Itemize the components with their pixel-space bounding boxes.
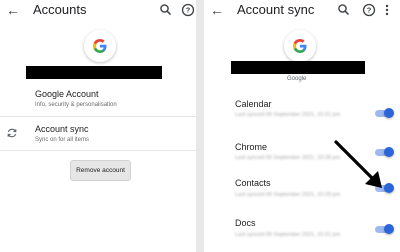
help-icon[interactable]: ?: [180, 2, 196, 18]
sync-icon: [6, 126, 18, 138]
account-sync-title: Account sync: [35, 124, 89, 134]
back-arrow-icon[interactable]: ←: [210, 2, 224, 18]
google-logo-icon: [84, 30, 116, 62]
redacted-account-email: [231, 61, 365, 74]
sync-item-title: Docs: [235, 218, 256, 228]
back-arrow-icon[interactable]: ←: [6, 2, 20, 18]
accounts-screen: ← Accounts ? Google Account Info, securi…: [0, 0, 196, 252]
sync-item-title: Contacts: [235, 178, 271, 188]
sync-item-detail: Last synced 09 September 2021, 10:31 pm: [235, 232, 341, 238]
help-icon[interactable]: ?: [361, 2, 377, 18]
search-icon[interactable]: [158, 2, 174, 18]
account-sync-screen: ← Account sync ? Google Calendar Last sy…: [204, 0, 400, 252]
redacted-account-email: [26, 66, 162, 79]
page-title: Accounts: [33, 2, 87, 17]
remove-account-button[interactable]: Remove account: [70, 160, 131, 181]
sync-item-title: Chrome: [235, 142, 268, 152]
calendar-sync-toggle[interactable]: [375, 108, 394, 118]
account-type-label: Google: [287, 76, 307, 82]
app-bar: ← Accounts ?: [0, 0, 196, 22]
toggle-thumb: [384, 108, 394, 118]
divider: [0, 116, 196, 117]
sync-item-detail: Last synced 09 September 2021, 10:28 pm: [235, 155, 341, 161]
search-icon[interactable]: [336, 2, 352, 18]
google-account-subtitle: Info, security & personalisation: [35, 102, 117, 108]
sync-item-detail: Last synced 09 September 2021, 10:29 pm: [235, 192, 341, 198]
annotation-arrow-icon: [334, 140, 382, 188]
more-options-icon[interactable]: [382, 2, 392, 18]
screen-divider: [196, 0, 204, 252]
google-account-title: Google Account: [35, 89, 99, 99]
app-bar: ← Account sync ?: [204, 0, 400, 22]
page-title: Account sync: [237, 2, 315, 17]
sync-item-detail: Last synced 09 September 2021, 10:31 pm: [235, 112, 341, 118]
divider: [0, 150, 196, 151]
toggle-thumb: [384, 224, 394, 234]
svg-text:?: ?: [186, 6, 191, 15]
docs-sync-toggle[interactable]: [375, 224, 394, 234]
account-sync-subtitle: Sync on for all items: [35, 137, 90, 143]
google-logo-icon: [284, 30, 316, 62]
sync-item-title: Calendar: [235, 99, 272, 109]
svg-text:?: ?: [367, 6, 372, 15]
